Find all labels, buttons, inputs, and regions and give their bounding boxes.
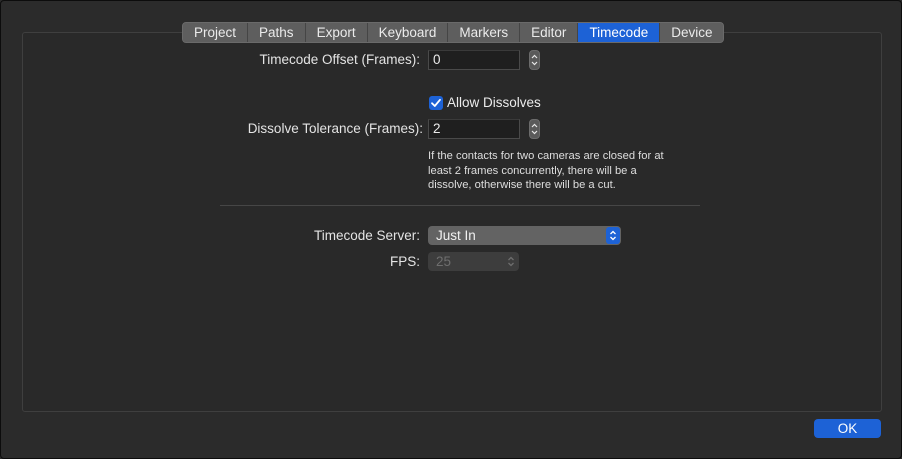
dissolve-tolerance-stepper-icon[interactable] (529, 119, 540, 139)
timecode-server-value: Just In (436, 228, 476, 243)
tab-bar: Project Paths Export Keyboard Markers Ed… (182, 22, 725, 43)
timecode-offset-field[interactable]: 0 (428, 50, 520, 70)
dissolve-help-text: If the contacts for two cameras are clos… (428, 150, 664, 191)
dissolve-tolerance-label: Dissolve Tolerance (Frames): (247, 121, 423, 136)
fps-label: FPS: (389, 254, 420, 269)
allow-dissolves-label: Allow Dissolves (447, 95, 541, 110)
dissolve-tolerance-field[interactable]: 2 (428, 119, 520, 139)
updown-chevron-icon (606, 227, 620, 244)
allow-dissolves-checkbox[interactable] (429, 96, 443, 110)
checkmark-icon (431, 98, 441, 107)
preferences-window: Project Paths Export Keyboard Markers Ed… (0, 0, 902, 459)
timecode-server-popup[interactable]: Just In (428, 226, 621, 245)
tab-keyboard[interactable]: Keyboard (367, 23, 449, 42)
tab-project[interactable]: Project (183, 23, 249, 42)
section-divider (220, 205, 700, 206)
tab-device[interactable]: Device (660, 23, 724, 42)
ok-button[interactable]: OK (814, 419, 881, 438)
fps-popup[interactable]: 25 (428, 252, 519, 271)
tab-markers[interactable]: Markers (448, 23, 521, 42)
tab-export[interactable]: Export (305, 23, 368, 42)
tab-timecode[interactable]: Timecode (578, 23, 661, 42)
timecode-offset-label: Timecode Offset (Frames): (259, 52, 420, 67)
tab-paths[interactable]: Paths (248, 23, 306, 42)
timecode-offset-stepper-icon[interactable] (529, 50, 540, 70)
tab-content-pane (22, 32, 882, 412)
timecode-server-label: Timecode Server: (313, 228, 420, 243)
updown-chevron-icon (504, 253, 518, 270)
fps-value: 25 (436, 254, 452, 269)
tab-editor[interactable]: Editor (520, 23, 579, 42)
